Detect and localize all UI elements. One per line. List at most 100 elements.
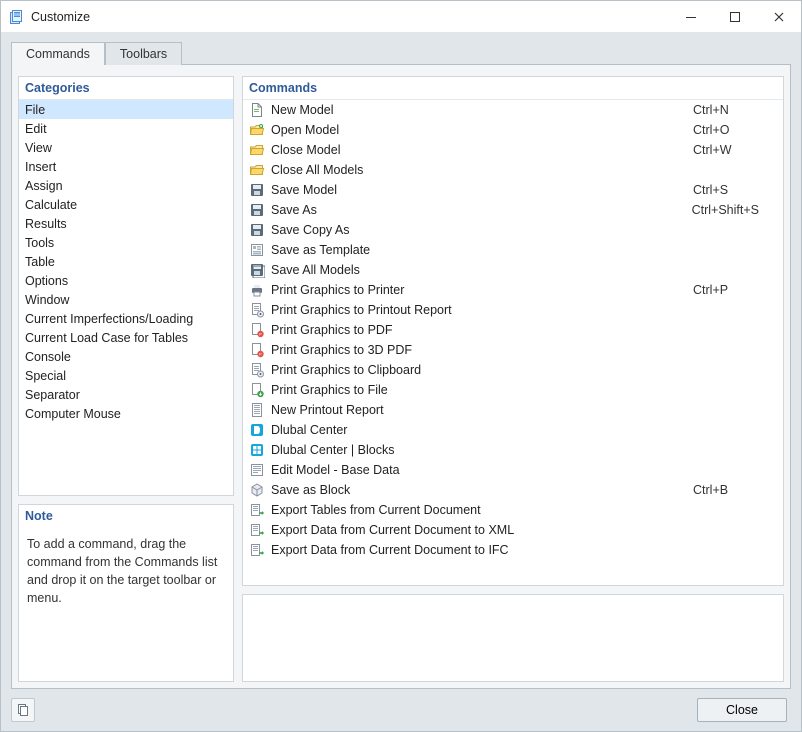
command-label: Edit Model - Base Data: [271, 463, 687, 477]
command-label: Print Graphics to 3D PDF: [271, 343, 687, 357]
category-item[interactable]: Edit: [19, 119, 233, 138]
save-icon: [249, 202, 265, 218]
command-item[interactable]: Print Graphics to Clipboard: [243, 360, 783, 380]
window-title: Customize: [31, 10, 669, 24]
category-item[interactable]: Calculate: [19, 195, 233, 214]
category-item[interactable]: Results: [19, 214, 233, 233]
maximize-button[interactable]: [713, 2, 757, 32]
save-all-icon: [249, 262, 265, 278]
footer: Close: [1, 689, 801, 731]
commands-list[interactable]: New ModelCtrl+NOpen ModelCtrl+OClose Mod…: [243, 100, 783, 585]
command-item[interactable]: Dlubal Center: [243, 420, 783, 440]
save-icon: [249, 182, 265, 198]
command-item[interactable]: Open ModelCtrl+O: [243, 120, 783, 140]
command-label: Save as Block: [271, 483, 687, 497]
command-label: Close Model: [271, 143, 687, 157]
command-shortcut: Ctrl+W: [693, 143, 777, 157]
category-item[interactable]: Computer Mouse: [19, 404, 233, 423]
save-copy-icon: [249, 222, 265, 238]
note-panel: Note To add a command, drag the command …: [18, 504, 234, 682]
printer-icon: [249, 282, 265, 298]
command-item[interactable]: Save AsCtrl+Shift+S: [243, 200, 783, 220]
command-item[interactable]: Close Model Ctrl+W: [243, 140, 783, 160]
category-item[interactable]: Window: [19, 290, 233, 309]
command-label: Save As: [271, 203, 686, 217]
minimize-button[interactable]: [669, 2, 713, 32]
template-icon: [249, 242, 265, 258]
dlubal-blocks-icon: [249, 442, 265, 458]
command-item[interactable]: Export Data from Current Document to XML: [243, 520, 783, 540]
command-item[interactable]: Close All Models: [243, 160, 783, 180]
tab-commands[interactable]: Commands: [11, 42, 105, 65]
category-item[interactable]: Special: [19, 366, 233, 385]
svg-text:P: P: [259, 332, 262, 337]
category-item[interactable]: Current Imperfections/Loading: [19, 309, 233, 328]
file-icon: [249, 102, 265, 118]
command-shortcut: Ctrl+P: [693, 283, 777, 297]
command-item[interactable]: New Printout Report: [243, 400, 783, 420]
command-item[interactable]: Save as Block Ctrl+B: [243, 480, 783, 500]
tab-toolbars[interactable]: Toolbars: [105, 42, 182, 65]
folder-close-icon: [249, 142, 265, 158]
command-item[interactable]: Print Graphics to Printer Ctrl+P: [243, 280, 783, 300]
tab-strip: Commands Toolbars: [1, 32, 801, 64]
categories-list[interactable]: FileEditViewInsertAssignCalculateResults…: [19, 100, 233, 495]
command-shortcut: Ctrl+B: [693, 483, 777, 497]
command-label: Export Data from Current Document to XML: [271, 523, 687, 537]
command-item[interactable]: Dlubal Center | Blocks: [243, 440, 783, 460]
command-label: Close All Models: [271, 163, 687, 177]
command-item[interactable]: Save Copy As: [243, 220, 783, 240]
categories-panel: Categories FileEditViewInsertAssignCalcu…: [18, 76, 234, 496]
command-item[interactable]: P Print Graphics to PDF: [243, 320, 783, 340]
category-item[interactable]: Assign: [19, 176, 233, 195]
category-item[interactable]: Table: [19, 252, 233, 271]
preview-panel: [242, 594, 784, 682]
command-item[interactable]: Export Data from Current Document to IFC: [243, 540, 783, 560]
category-item[interactable]: View: [19, 138, 233, 157]
command-label: Print Graphics to Clipboard: [271, 363, 687, 377]
command-item[interactable]: Print Graphics to File: [243, 380, 783, 400]
command-label: Save Model: [271, 183, 687, 197]
command-item[interactable]: Save as Template: [243, 240, 783, 260]
report-icon: [249, 402, 265, 418]
close-button[interactable]: Close: [697, 698, 787, 722]
command-item[interactable]: Save ModelCtrl+S: [243, 180, 783, 200]
categories-header: Categories: [19, 77, 233, 100]
export-icon: [249, 502, 265, 518]
command-item[interactable]: Edit Model - Base Data: [243, 460, 783, 480]
svg-text:P: P: [259, 352, 262, 357]
left-column: Categories FileEditViewInsertAssignCalcu…: [18, 76, 234, 682]
command-item[interactable]: Save All Models: [243, 260, 783, 280]
command-shortcut: Ctrl+N: [693, 103, 777, 117]
category-item[interactable]: Console: [19, 347, 233, 366]
print-file-icon: [249, 382, 265, 398]
category-item[interactable]: Tools: [19, 233, 233, 252]
export-ifc-icon: [249, 542, 265, 558]
command-item[interactable]: New Model Ctrl+N: [243, 100, 783, 120]
command-label: Print Graphics to PDF: [271, 323, 687, 337]
client-area: Commands Toolbars Categories FileEditVie…: [1, 32, 801, 731]
print-clip-icon: [249, 362, 265, 378]
edit-data-icon: [249, 462, 265, 478]
command-label: Print Graphics to Printer: [271, 283, 687, 297]
command-item[interactable]: Export Tables from Current Document: [243, 500, 783, 520]
command-label: Dlubal Center | Blocks: [271, 443, 687, 457]
category-item[interactable]: Options: [19, 271, 233, 290]
commands-panel: Commands New ModelCtrl+NOpen ModelCtrl+O…: [242, 76, 784, 586]
category-item[interactable]: Current Load Case for Tables: [19, 328, 233, 347]
block-icon: [249, 482, 265, 498]
category-item[interactable]: Insert: [19, 157, 233, 176]
close-window-button[interactable]: [757, 2, 801, 32]
folder-open-icon: [249, 122, 265, 138]
command-label: Save All Models: [271, 263, 687, 277]
command-label: Dlubal Center: [271, 423, 687, 437]
print-3dpdf-icon: P: [249, 342, 265, 358]
command-item[interactable]: Print Graphics to Printout Report: [243, 300, 783, 320]
command-item[interactable]: P Print Graphics to 3D PDF: [243, 340, 783, 360]
copy-icon-button[interactable]: [11, 698, 35, 722]
category-item[interactable]: Separator: [19, 385, 233, 404]
command-label: New Model: [271, 103, 687, 117]
note-header: Note: [19, 505, 233, 527]
category-item[interactable]: File: [19, 100, 233, 119]
command-label: New Printout Report: [271, 403, 687, 417]
